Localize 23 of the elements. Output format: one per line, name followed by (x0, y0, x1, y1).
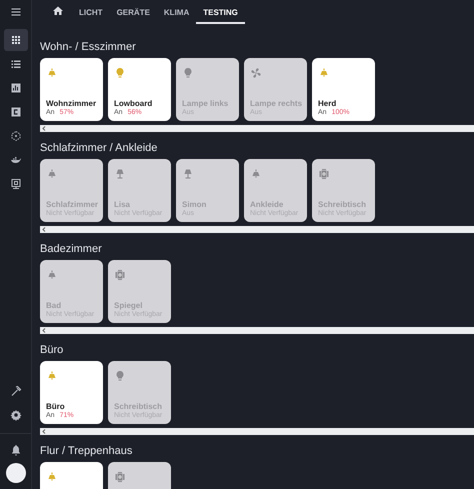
light-name: Simon (182, 200, 208, 209)
section-title: Badezimmer (40, 242, 103, 256)
section-title: Flur / Treppenhaus (40, 444, 134, 458)
light-name: Lisa (114, 200, 132, 209)
light-name: Schreibtisch (318, 200, 368, 209)
light-name: Ankleide (250, 200, 284, 209)
section-title: Büro (40, 343, 64, 357)
light-name: Lampe links (182, 99, 230, 108)
tab[interactable]: LICHT (72, 0, 110, 24)
tab[interactable]: TESTING (196, 0, 245, 24)
light-name: Schlafzimmer (46, 200, 97, 209)
light-name: Lowboard (114, 99, 154, 108)
section-title: Schlafzimmer / Ankleide (40, 141, 158, 155)
tab[interactable]: KLIMA (156, 0, 196, 24)
light-name: Wohnzimmer (46, 99, 97, 108)
light-name: Büro (46, 402, 66, 411)
light-name: Spiegel (114, 301, 144, 310)
light-name: Lampe rechts (250, 99, 301, 108)
light-name: Schreibtisch (114, 402, 164, 411)
light-name: Herd (318, 99, 338, 108)
light-name: Bad (46, 301, 62, 310)
section-title: Wohn- / Esszimmer (40, 40, 137, 54)
tab[interactable]: GERÄTE (110, 0, 157, 24)
